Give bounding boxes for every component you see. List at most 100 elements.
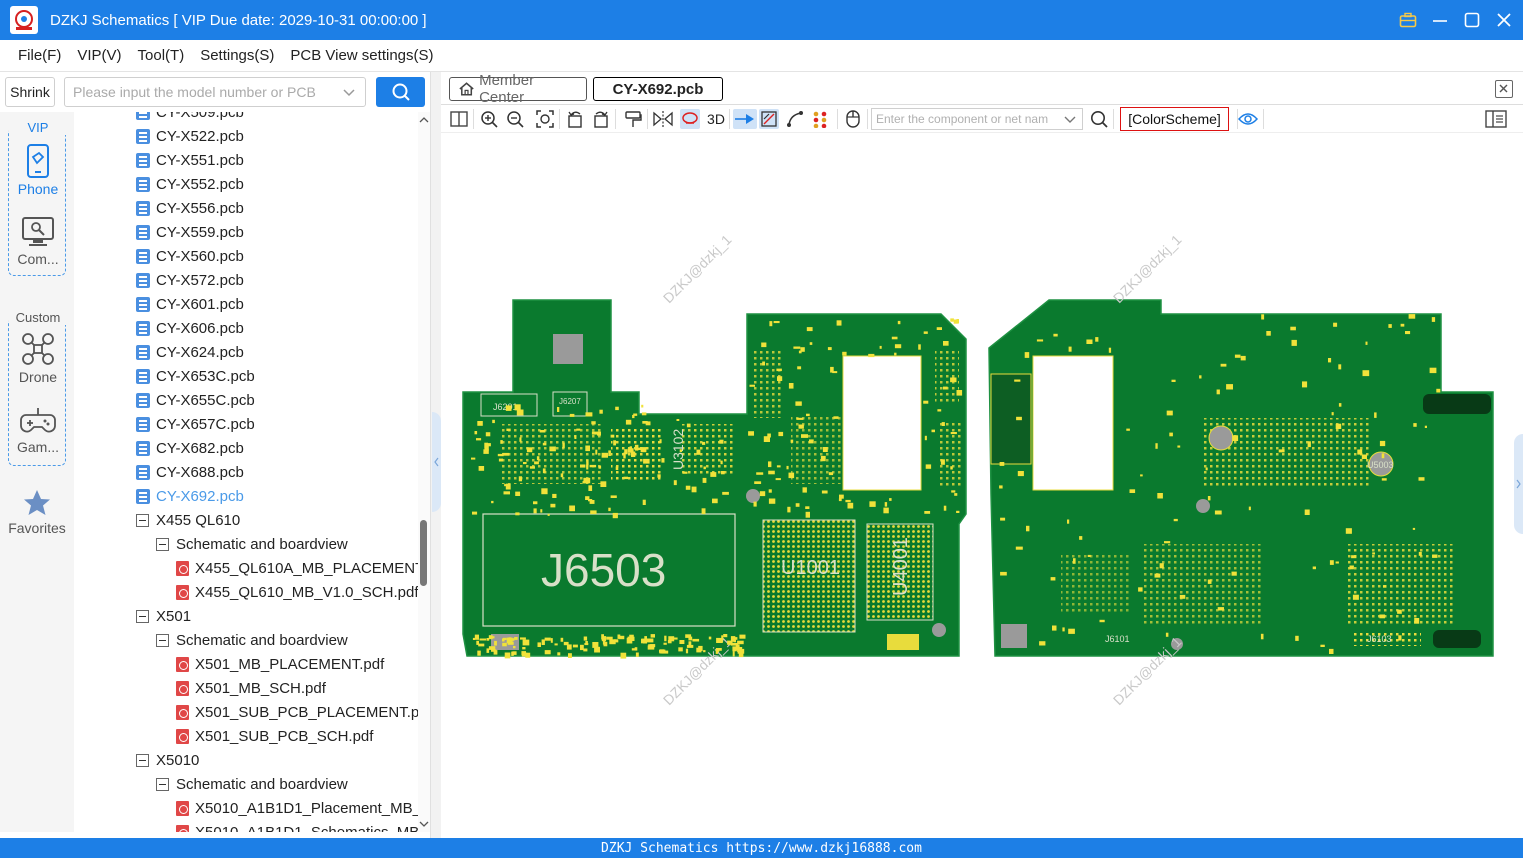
pcb-pad[interactable] [534, 461, 539, 465]
pcb-pad[interactable] [497, 453, 504, 457]
pcb-pad[interactable] [1381, 478, 1387, 481]
pcb-pad[interactable] [590, 510, 597, 515]
pcb-pad[interactable] [696, 449, 701, 455]
pcb-pad[interactable] [1398, 635, 1402, 641]
tree-pcb-item[interactable]: CY-X559.pcb [136, 220, 244, 244]
pcb-pad[interactable] [800, 347, 805, 352]
pcb-pad[interactable] [514, 404, 521, 411]
pcb-pad[interactable] [723, 634, 728, 638]
pcb-pad[interactable] [1026, 525, 1030, 532]
pcb-pad[interactable] [472, 637, 476, 640]
pcb-pad[interactable] [635, 652, 639, 657]
pcb-pad[interactable] [1260, 633, 1264, 640]
pcb-pad[interactable] [580, 464, 586, 468]
pcb-pad[interactable] [552, 493, 557, 498]
pcb-pad[interactable] [720, 460, 723, 465]
pcb-pad[interactable] [1016, 416, 1022, 421]
pcb-pad[interactable] [608, 450, 611, 456]
pcb-pad[interactable] [776, 368, 782, 372]
pcb-pad[interactable] [1154, 573, 1161, 578]
pcb-pad[interactable] [1436, 388, 1441, 393]
pcb-pad[interactable] [498, 458, 503, 462]
collapse-icon[interactable] [156, 537, 169, 551]
pcb-boardview[interactable]: J6503 U1001 U4001 U3102 J6201 J6207 U500… [441, 134, 1523, 838]
pcb-pad[interactable] [1372, 552, 1375, 555]
pcb-pad[interactable] [1304, 509, 1310, 516]
pcb-pad[interactable] [838, 498, 842, 502]
canvas-side-handle[interactable] [1514, 434, 1523, 534]
mouse-mode-icon[interactable] [843, 109, 863, 129]
pcb-pad[interactable] [591, 421, 596, 425]
pcb-file-icon[interactable] [136, 320, 150, 336]
pcb-pad[interactable] [549, 446, 556, 452]
pcb-pad[interactable] [1381, 453, 1385, 459]
pcb-pad[interactable] [572, 644, 578, 648]
tree-pdf-item[interactable]: X5010_A1B1D1_Schematics_MB_V [176, 820, 418, 832]
pcb-pad[interactable] [585, 445, 590, 452]
pcb-pad[interactable] [485, 432, 491, 437]
pcb-pad[interactable] [1290, 326, 1296, 331]
pcb-pad[interactable] [879, 345, 882, 349]
pcb-pad[interactable] [703, 466, 706, 470]
pcb-pad[interactable] [476, 438, 482, 441]
pcb-pad[interactable] [560, 637, 564, 642]
pcb-pad[interactable] [516, 409, 524, 416]
pcb-pad[interactable] [492, 419, 495, 424]
pcb-pad[interactable] [820, 455, 826, 462]
pcb-pad[interactable] [629, 446, 632, 449]
pcb-pad[interactable] [1067, 519, 1070, 524]
pcb-pad[interactable] [956, 390, 963, 396]
pcb-pad[interactable] [775, 478, 781, 481]
pcb-pad[interactable] [673, 480, 677, 486]
pcb-pad[interactable] [793, 346, 801, 349]
pcb-pad[interactable] [659, 649, 666, 653]
pcb-pad[interactable] [1418, 477, 1425, 481]
pcb-pad[interactable] [759, 491, 766, 497]
pcb-pad[interactable] [768, 498, 776, 504]
pcb-pad[interactable] [608, 507, 611, 512]
pcb-pad[interactable] [773, 321, 780, 324]
pcb-pad[interactable] [592, 642, 599, 648]
pcb-pad[interactable] [568, 653, 572, 658]
pcb-pad[interactable] [806, 413, 810, 417]
pcb-file-icon[interactable] [136, 416, 150, 432]
pcb-pad[interactable] [617, 634, 621, 639]
pcb-pad[interactable] [502, 638, 505, 642]
tree-pdf-item[interactable]: X5010_A1B1D1_Placement_MB_V [176, 796, 418, 820]
pcb-pad[interactable] [488, 646, 496, 650]
pcb-pad[interactable] [1179, 594, 1186, 599]
pcb-pad[interactable] [891, 336, 898, 340]
pcb-pad[interactable] [591, 431, 598, 435]
pcb-pad[interactable] [1329, 648, 1334, 654]
pcb-file-icon[interactable] [136, 296, 150, 312]
pcb-pad[interactable] [1307, 441, 1311, 448]
pcb-pad[interactable] [1414, 618, 1420, 624]
tree-pcb-item[interactable]: CY-X552.pcb [136, 172, 244, 196]
pcb-pad[interactable] [894, 344, 902, 349]
vip-briefcase-icon[interactable] [1399, 11, 1417, 29]
pcb-pad[interactable] [1374, 412, 1377, 418]
tree-pcb-item[interactable]: CY-X560.pcb [136, 244, 244, 268]
zoom-in-icon[interactable] [479, 109, 499, 129]
pcb-pad[interactable] [583, 648, 588, 652]
pcb-pad[interactable] [613, 639, 619, 643]
pcb-pad[interactable] [685, 485, 691, 490]
pcb-pad[interactable] [610, 495, 617, 498]
pcb-pad[interactable] [1039, 641, 1046, 646]
pcb-pad[interactable] [940, 459, 945, 465]
pcb-pad[interactable] [557, 652, 561, 656]
pcb-pad[interactable] [702, 477, 707, 483]
pcb-pad[interactable] [1335, 423, 1342, 429]
pcb-pad[interactable] [1036, 339, 1044, 342]
pcb-pad[interactable] [842, 351, 847, 356]
pcb-pad[interactable] [686, 423, 691, 428]
pcb-pad[interactable] [836, 320, 842, 326]
pcb-pad[interactable] [632, 414, 635, 419]
pcb-pad[interactable] [805, 511, 810, 518]
pcb-pad[interactable] [1365, 341, 1368, 345]
pcb-pad[interactable] [1261, 314, 1265, 320]
pcb-pad[interactable] [574, 435, 577, 439]
pcb-file-icon[interactable] [136, 112, 150, 120]
pcb-file-icon[interactable] [136, 368, 150, 384]
pcb-pad[interactable] [897, 320, 901, 325]
